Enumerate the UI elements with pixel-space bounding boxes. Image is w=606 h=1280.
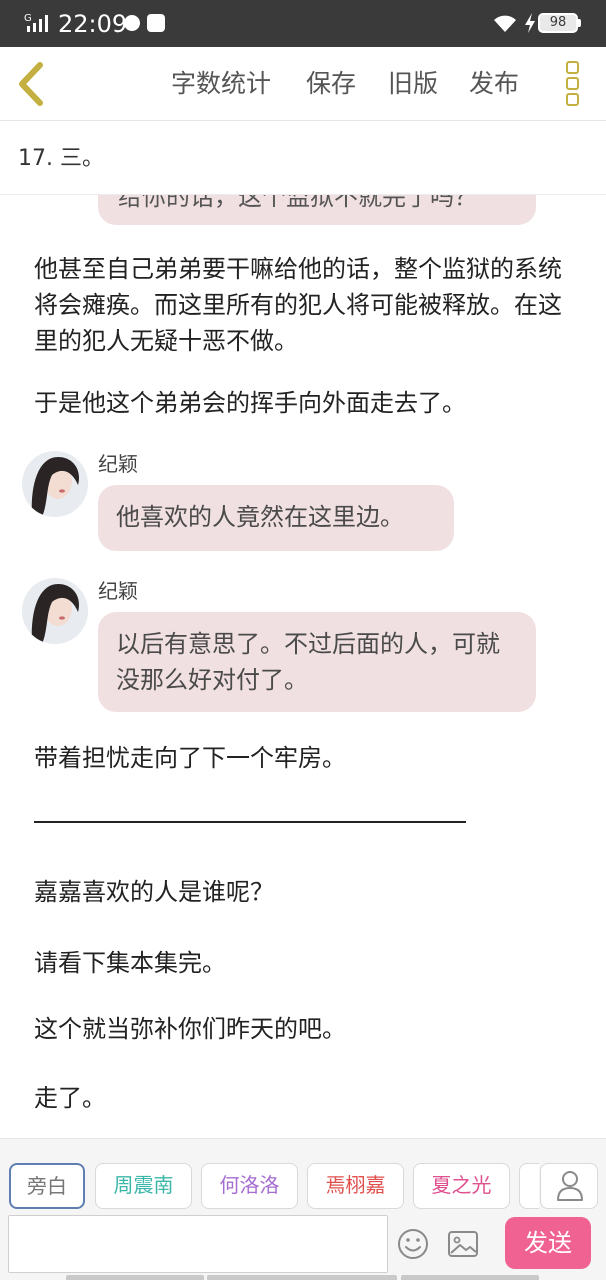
chapter-title[interactable]: 17. 三。 (18, 142, 104, 176)
keyboard-handle (66, 1275, 204, 1280)
wifi-icon (494, 15, 516, 32)
publish-button[interactable]: 发布 (469, 67, 519, 101)
narration-paragraph[interactable]: 他甚至自己弟弟要干嘛给他的话，整个监狱的系统将会瘫痪。而这里所有的犯人将可能被释… (34, 251, 582, 359)
message-bubble[interactable]: 他喜欢的人竟然在这里边。 (98, 485, 454, 551)
chevron-left-icon (19, 62, 43, 106)
word-count-button[interactable]: 字数统计 (171, 67, 271, 101)
character-chip-narrator[interactable]: 旁白 (9, 1163, 85, 1209)
top-toolbar: 字数统计 保存 旧版 发布 (0, 47, 606, 121)
app-screen: G 22:09 98 字数统计 保存 旧版 发布 17. 三。 给你的话，这个监… (0, 0, 606, 1280)
narration-paragraph[interactable]: 这个就当弥补你们昨天的吧。 (34, 1011, 582, 1047)
character-chip[interactable]: 焉栩嘉 (307, 1163, 404, 1209)
image-button[interactable] (447, 1229, 479, 1259)
image-icon (448, 1231, 478, 1257)
divider-line (34, 821, 466, 823)
signal-icon: G (24, 13, 48, 32)
narration-paragraph[interactable]: 于是他这个弟弟会的挥手向外面走去了。 (34, 385, 582, 421)
story-content[interactable]: 给你的话，这个监狱不就完了吗？ 他甚至自己弟弟要干嘛给他的话，整个监狱的系统将会… (0, 195, 606, 1138)
message-text: 他喜欢的人竟然在这里边。 (116, 503, 404, 531)
old-version-button[interactable]: 旧版 (388, 67, 438, 101)
more-vertical-icon[interactable] (562, 59, 584, 109)
keyboard-handle (401, 1275, 539, 1280)
status-time: 22:09 (58, 10, 128, 38)
character-chip[interactable]: 夏之光 (413, 1163, 510, 1209)
more-dot (566, 93, 579, 106)
message-text: 给你的话，这个监狱不就完了吗？ (118, 195, 478, 211)
emoji-button[interactable] (396, 1227, 430, 1261)
character-chip[interactable]: 周震南 (95, 1163, 192, 1209)
send-button[interactable]: 发送 (505, 1217, 591, 1269)
narration-paragraph[interactable]: 请看下集本集完。 (34, 945, 582, 981)
narration-paragraph[interactable]: 嘉嘉喜欢的人是谁呢？ (34, 874, 582, 910)
avatar-portrait (22, 451, 88, 517)
app-notification-icon (124, 15, 140, 31)
character-chip-partial[interactable] (519, 1163, 539, 1209)
speaker-name: 纪颖 (98, 452, 138, 476)
avatar[interactable] (22, 578, 88, 644)
smiley-icon (398, 1229, 428, 1259)
message-input[interactable] (8, 1215, 388, 1273)
more-dot (566, 77, 579, 90)
avatar[interactable] (22, 451, 88, 517)
user-icon (557, 1171, 583, 1201)
speaker-name: 纪颖 (98, 579, 138, 603)
chapter-header: 17. 三。 (0, 122, 606, 195)
save-button[interactable]: 保存 (306, 67, 356, 101)
narration-paragraph[interactable]: 带着担忧走向了下一个牢房。 (34, 740, 582, 776)
charging-icon (525, 13, 535, 33)
avatar-portrait (22, 578, 88, 644)
user-button[interactable] (540, 1163, 598, 1209)
bottom-input-bar: 旁白 周震南 何洛洛 焉栩嘉 夏之光 发送 (0, 1138, 606, 1280)
gallery-notification-icon (147, 14, 165, 32)
back-button[interactable] (12, 59, 52, 109)
battery-tip (578, 19, 581, 27)
message-bubble[interactable]: 给你的话，这个监狱不就完了吗？ (98, 195, 536, 225)
battery-icon: 98 (538, 13, 578, 33)
more-dot (566, 61, 579, 74)
status-bar: G 22:09 98 (0, 0, 606, 47)
narration-paragraph[interactable]: 走了。 (34, 1080, 582, 1116)
character-chip[interactable]: 何洛洛 (201, 1163, 298, 1209)
svg-text:G: G (24, 13, 32, 24)
message-bubble[interactable]: 以后有意思了。不过后面的人，可就没那么好对付了。 (98, 612, 536, 712)
message-text: 以后有意思了。不过后面的人，可就没那么好对付了。 (116, 630, 500, 694)
keyboard-handle (207, 1275, 397, 1280)
